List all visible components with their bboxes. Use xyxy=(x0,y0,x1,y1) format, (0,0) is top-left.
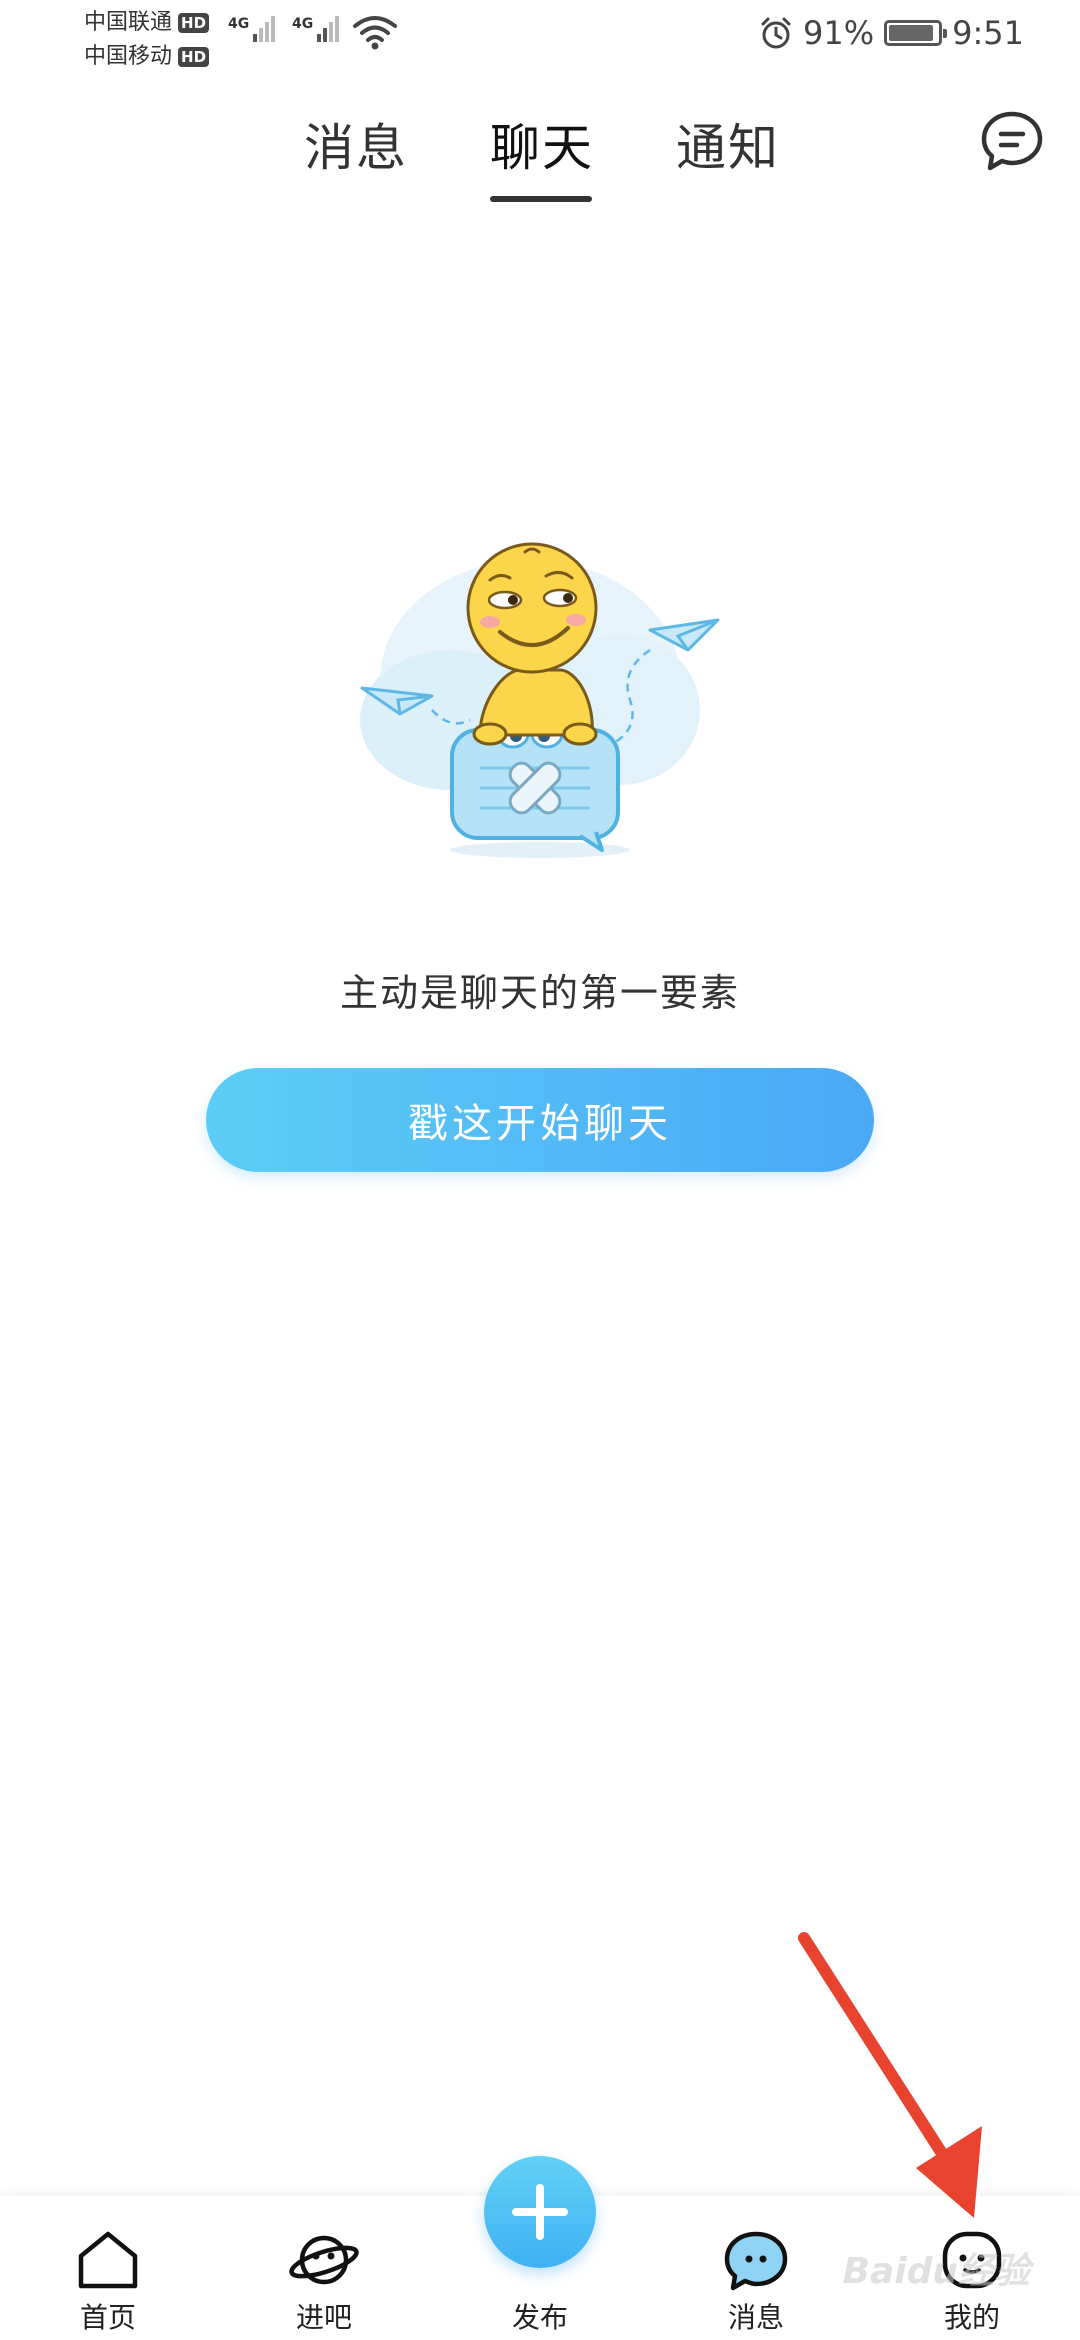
empty-chat-illustration xyxy=(360,542,720,858)
tab-messages[interactable]: 消息 xyxy=(304,108,408,180)
status-bar: 中国联通 HD 中国移动 HD 4G 4G 91% 9:51 xyxy=(0,0,1080,80)
watermark: Baidu经验 xyxy=(842,2251,1030,2292)
plus-icon xyxy=(512,2184,568,2240)
hd-badge: HD xyxy=(178,13,210,33)
publish-label: 发布 xyxy=(511,2301,568,2334)
battery-fill xyxy=(889,25,934,41)
carrier-1-label: 中国联通 xyxy=(84,10,173,35)
status-right: 91% 9:51 xyxy=(759,14,1024,52)
start-chat-button[interactable]: 戳这开始聊天 xyxy=(206,1068,874,1172)
tab-chat[interactable]: 聊天 xyxy=(490,108,594,180)
tab-bar: 消息 聊天 通知 xyxy=(0,100,1080,210)
planet-icon xyxy=(289,2235,359,2285)
nav-bars[interactable]: 进吧 xyxy=(254,2196,394,2340)
new-chat-icon[interactable] xyxy=(976,106,1048,178)
chat-bubble-icon xyxy=(724,2231,788,2291)
carrier-info: 中国联通 HD 中国移动 HD xyxy=(84,6,210,74)
nav-messages-label: 消息 xyxy=(727,2301,784,2334)
network-type-1: 4G xyxy=(228,16,250,32)
active-tab-indicator xyxy=(490,196,592,202)
home-icon xyxy=(78,2231,138,2289)
tab-notifications[interactable]: 通知 xyxy=(676,108,780,180)
nav-bars-label: 进吧 xyxy=(295,2301,352,2334)
signal-icon-1: 4G xyxy=(228,16,276,42)
publish-button[interactable] xyxy=(484,2156,596,2268)
battery-percent: 91% xyxy=(803,14,875,52)
clock-time: 9:51 xyxy=(952,14,1024,52)
alarm-icon xyxy=(761,17,791,49)
battery-icon xyxy=(884,20,948,46)
wifi-icon xyxy=(353,16,397,50)
nav-home-label: 首页 xyxy=(79,2301,136,2334)
annotation-arrow-icon xyxy=(798,1932,982,2218)
nav-home[interactable]: 首页 xyxy=(38,2196,178,2340)
signal-icon-2: 4G xyxy=(292,16,340,42)
empty-state-message: 主动是聊天的第一要素 xyxy=(339,971,740,1015)
network-type-2: 4G xyxy=(292,16,314,32)
carrier-2-label: 中国移动 xyxy=(84,44,173,69)
nav-profile-label: 我的 xyxy=(943,2301,1000,2334)
hd-badge: HD xyxy=(178,47,210,67)
